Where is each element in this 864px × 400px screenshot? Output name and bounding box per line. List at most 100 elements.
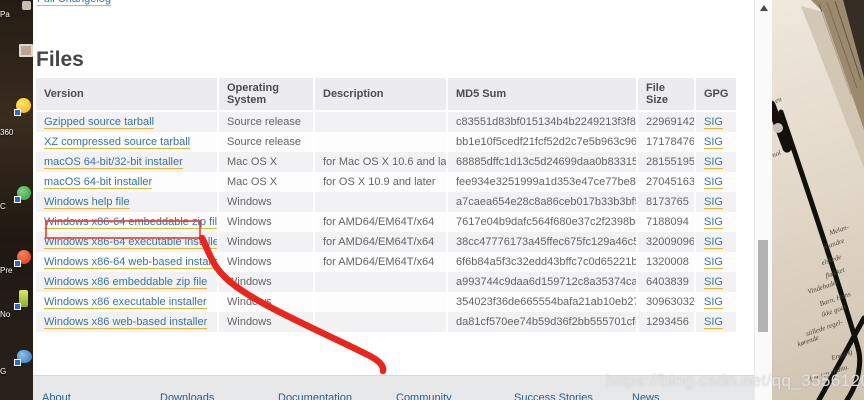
description-cell: for Mac OS X 10.6 and later bbox=[314, 152, 447, 172]
gpg-cell: SIG bbox=[695, 192, 736, 212]
footer-nav-link[interactable]: News bbox=[632, 392, 750, 400]
os-cell: Mac OS X bbox=[218, 152, 314, 172]
file-download-link[interactable]: Windows x86-64 executable installer bbox=[44, 236, 218, 249]
version-cell: Windows x86 web-based installer bbox=[36, 312, 218, 332]
footer-nav-link[interactable]: Success Stories bbox=[514, 392, 632, 400]
gpg-cell: SIG bbox=[695, 132, 736, 152]
file-table-row: Windows x86 executable installer Windows… bbox=[36, 292, 736, 312]
page-title: Files bbox=[36, 48, 84, 72]
description-cell bbox=[314, 272, 447, 292]
description-cell: for OS X 10.9 and later bbox=[314, 172, 447, 192]
filesize-cell: 28155195 bbox=[637, 152, 695, 172]
gpg-sig-link[interactable]: SIG bbox=[704, 116, 723, 129]
os-cell: Windows bbox=[218, 252, 314, 272]
file-download-link[interactable]: Gzipped source tarball bbox=[44, 116, 154, 129]
version-cell: Windows x86-64 embeddable zip file bbox=[36, 212, 218, 232]
gpg-sig-link[interactable]: SIG bbox=[704, 136, 723, 149]
md5-cell: 68885dffc1d13c5d24699daa0b83315f bbox=[447, 152, 637, 172]
desktop-icon-label: Pa bbox=[0, 10, 31, 19]
filesize-cell: 30963032 bbox=[637, 292, 695, 312]
description-cell: for AMD64/EM64T/x64 bbox=[314, 212, 447, 232]
gpg-sig-link[interactable]: SIG bbox=[704, 236, 723, 249]
version-cell: Windows x86-64 executable installer bbox=[36, 232, 218, 252]
filesize-cell: 32009096 bbox=[637, 232, 695, 252]
md5-cell: 6f6b84a5f3c32edd43bffc7c0d65221b bbox=[447, 252, 637, 272]
gpg-sig-link[interactable]: SIG bbox=[704, 316, 723, 329]
file-table-row: Windows x86-64 web-based installer Windo… bbox=[36, 252, 736, 272]
desktop-shortcut-icon[interactable]: 360 bbox=[0, 98, 33, 138]
filesize-cell: 17178476 bbox=[637, 132, 695, 152]
file-download-link[interactable]: Windows help file bbox=[44, 196, 130, 209]
description-cell bbox=[314, 111, 447, 132]
desktop-shortcut-icon[interactable]: Pa bbox=[0, 1, 33, 41]
column-header: Operating System bbox=[218, 78, 314, 111]
shortcut-badge-icon bbox=[14, 359, 21, 366]
gpg-cell: SIG bbox=[695, 312, 736, 332]
gpg-sig-link[interactable]: SIG bbox=[704, 296, 723, 309]
md5-cell: bb1e10f5cedf21fcf52d2c7e5b963c96 bbox=[447, 132, 637, 152]
md5-cell: 38cc47776173a45ffec675fc129a46c5 bbox=[447, 232, 637, 252]
gpg-sig-link[interactable]: SIG bbox=[704, 216, 723, 229]
full-changelog-link[interactable]: Full Changelog bbox=[37, 0, 111, 6]
scrollbar-thumb[interactable] bbox=[758, 240, 768, 332]
desktop-shortcut-icon[interactable]: G bbox=[0, 350, 33, 390]
browser-page-python-downloads: Full Changelog Files VersionOperating Sy… bbox=[33, 0, 772, 400]
app-icon bbox=[22, 1, 31, 10]
version-cell: Gzipped source tarball bbox=[36, 111, 218, 132]
filesize-cell: 1293456 bbox=[637, 312, 695, 332]
os-cell: Mac OS X bbox=[218, 172, 314, 192]
desktop-shortcut-icon[interactable]: Pre bbox=[0, 250, 33, 290]
gpg-sig-link[interactable]: SIG bbox=[704, 156, 723, 169]
version-cell: Windows x86-64 web-based installer bbox=[36, 252, 218, 272]
footer-nav-link[interactable]: Community bbox=[396, 392, 514, 400]
gpg-cell: SIG bbox=[695, 232, 736, 252]
gpg-cell: SIG bbox=[695, 111, 736, 132]
description-cell bbox=[314, 192, 447, 212]
column-header: Version bbox=[36, 78, 218, 111]
footer-nav-link[interactable]: About bbox=[42, 392, 160, 400]
file-download-link[interactable]: macOS 64-bit/32-bit installer bbox=[44, 156, 183, 169]
gpg-sig-link[interactable]: SIG bbox=[704, 196, 723, 209]
file-download-link[interactable]: Windows x86 embeddable zip file bbox=[44, 276, 207, 289]
os-cell: Windows bbox=[218, 212, 314, 232]
description-cell bbox=[314, 312, 447, 332]
gpg-cell: SIG bbox=[695, 292, 736, 312]
desktop-shortcut-icon[interactable]: C bbox=[0, 186, 33, 226]
file-table-row: Windows x86 embeddable zip file Windows … bbox=[36, 272, 736, 292]
desktop-shortcut-icon[interactable]: No bbox=[0, 290, 33, 330]
version-cell: Windows x86 executable installer bbox=[36, 292, 218, 312]
md5-cell: a7caea654e28c8a86ceb017b33b3bf53 bbox=[447, 192, 637, 212]
desktop-shortcut-icon[interactable] bbox=[0, 44, 33, 84]
md5-cell: fee934e3251999a1d353e47ce77be84a bbox=[447, 172, 637, 192]
gpg-sig-link[interactable]: SIG bbox=[704, 176, 723, 189]
file-download-link[interactable]: Windows x86-64 embeddable zip file bbox=[44, 216, 218, 229]
file-download-link[interactable]: Windows x86 executable installer bbox=[44, 296, 207, 309]
gpg-sig-link[interactable]: SIG bbox=[704, 256, 723, 269]
footer-nav-link[interactable]: Downloads bbox=[160, 392, 278, 400]
md5-cell: 354023f36de665554bafa21ab10eb27b bbox=[447, 292, 637, 312]
footer-nav-link[interactable]: Documentation bbox=[278, 392, 396, 400]
version-cell: Windows x86 embeddable zip file bbox=[36, 272, 218, 292]
file-download-link[interactable]: Windows x86 web-based installer bbox=[44, 316, 207, 329]
filesize-cell: 6403839 bbox=[637, 272, 695, 292]
gpg-sig-link[interactable]: SIG bbox=[704, 276, 723, 289]
column-header: GPG bbox=[695, 78, 736, 111]
file-table-row: Windows x86-64 executable installer Wind… bbox=[36, 232, 736, 252]
scroll-up-arrow-icon[interactable] bbox=[760, 5, 768, 11]
version-cell: Windows help file bbox=[36, 192, 218, 212]
file-download-link[interactable]: macOS 64-bit installer bbox=[44, 176, 152, 189]
version-cell: XZ compressed source tarball bbox=[36, 132, 218, 152]
desktop-screenshot: { "page": { "changelog_link": "Full Chan… bbox=[0, 0, 864, 400]
description-cell bbox=[314, 292, 447, 312]
gpg-cell: SIG bbox=[695, 152, 736, 172]
os-cell: Windows bbox=[218, 232, 314, 252]
file-download-link[interactable]: XZ compressed source tarball bbox=[44, 136, 190, 149]
file-table-row: Windows help file Windows a7caea654e28c8… bbox=[36, 192, 736, 212]
os-cell: Windows bbox=[218, 272, 314, 292]
desktop-icon-label: No bbox=[0, 310, 31, 319]
os-cell: Source release bbox=[218, 132, 314, 152]
file-download-link[interactable]: Windows x86-64 web-based installer bbox=[44, 256, 218, 269]
column-header: File Size bbox=[637, 78, 695, 111]
column-header: MD5 Sum bbox=[447, 78, 637, 111]
browser-scrollbar[interactable] bbox=[754, 0, 772, 400]
